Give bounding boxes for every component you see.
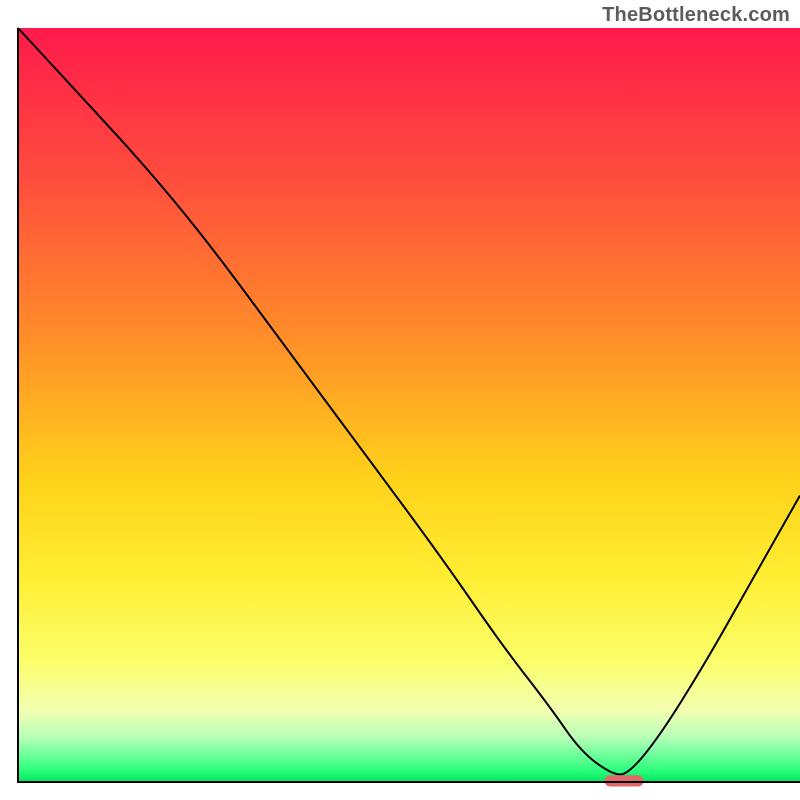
gradient-background [18, 28, 800, 782]
bottleneck-chart: TheBottleneck.com [0, 0, 800, 800]
optimal-marker [605, 775, 644, 786]
watermark-text: TheBottleneck.com [602, 4, 790, 27]
chart-svg [0, 0, 800, 800]
plot-area [18, 28, 800, 787]
